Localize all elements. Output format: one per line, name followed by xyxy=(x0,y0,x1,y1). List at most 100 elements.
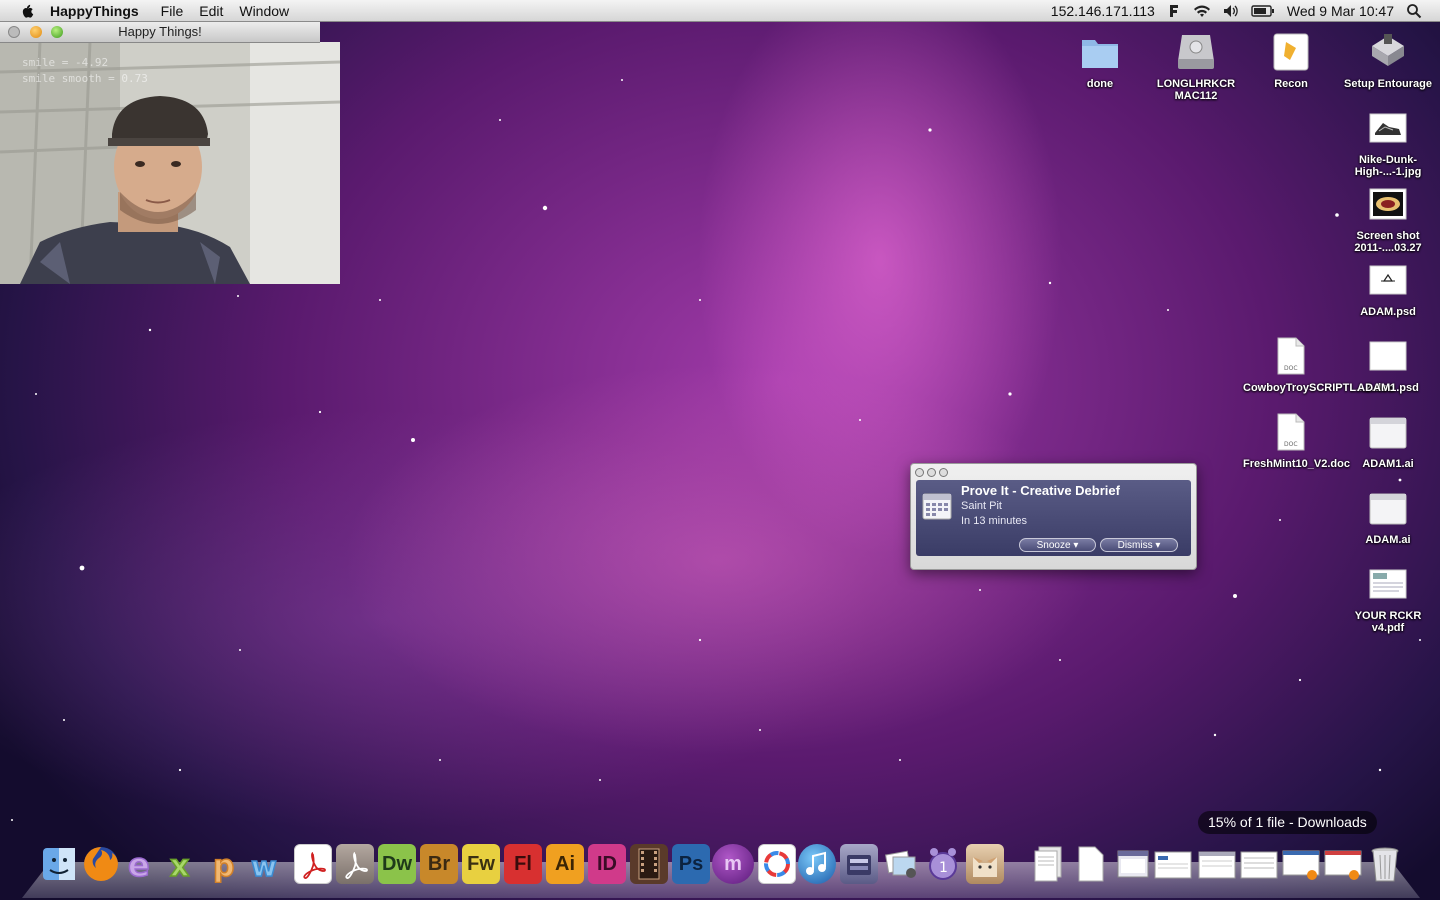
svg-text:1: 1 xyxy=(939,860,948,876)
spotlight-search-icon[interactable] xyxy=(1406,3,1422,19)
ai-label: Ai xyxy=(555,852,575,875)
desktop-icon-done[interactable]: done xyxy=(1052,30,1148,90)
desktop-icon-screen-shot[interactable]: Screen shot 2011-....03.27 xyxy=(1340,182,1436,254)
calendar-icon xyxy=(922,493,952,520)
dock-window-thumb-3[interactable] xyxy=(1198,844,1236,884)
svg-text:DOC: DOC xyxy=(1284,365,1298,372)
dock-flash[interactable]: Fl xyxy=(504,844,542,884)
dock-pdf-doc[interactable] xyxy=(1030,844,1068,884)
dock-illustrator[interactable]: Ai xyxy=(546,844,584,884)
dock-firefox[interactable] xyxy=(82,844,120,884)
dock-itunes[interactable] xyxy=(798,844,836,884)
script-menu-icon[interactable] xyxy=(1167,3,1181,19)
minimize-button[interactable] xyxy=(30,26,42,38)
music-note-icon xyxy=(806,851,826,875)
desktop-icon-your-rckr-pdf[interactable]: YOUR RCKR v4.pdf xyxy=(1340,562,1436,634)
happy-things-window[interactable]: smile = -4.92 smile smooth = 0.73 Happy … xyxy=(0,22,340,284)
firefox-window-thumbnail-icon xyxy=(1282,850,1320,880)
volume-icon[interactable] xyxy=(1223,4,1239,18)
desktop-icon-adam1-psd[interactable]: ADAM1.psd xyxy=(1340,334,1436,394)
zoom-icon[interactable] xyxy=(939,468,948,477)
dock-m-app[interactable]: m xyxy=(712,844,754,884)
dock-photoshop[interactable]: Ps xyxy=(672,844,710,884)
desktop-icon-freshmint-doc[interactable]: DOC FreshMint10_V2.doc xyxy=(1243,410,1350,470)
svg-text:e: e xyxy=(128,846,150,883)
dock-acrobat-reader[interactable] xyxy=(294,844,332,884)
apple-menu-icon[interactable] xyxy=(18,2,36,20)
desktop-icon-adam-psd[interactable]: ADAM.psd xyxy=(1340,258,1436,318)
dock-video-app[interactable] xyxy=(630,844,668,884)
menu-window[interactable]: Window xyxy=(239,3,289,19)
pdf-file-icon xyxy=(1369,569,1407,599)
dock-my-day[interactable] xyxy=(840,844,878,884)
svg-text:p: p xyxy=(213,849,234,883)
ai-file-icon xyxy=(1369,417,1407,449)
dock-indesign[interactable]: ID xyxy=(588,844,626,884)
close-button[interactable] xyxy=(8,26,20,38)
desktop-icon-adam1-ai[interactable]: ADAM1.ai xyxy=(1340,410,1436,470)
fl-label: Fl xyxy=(514,852,532,875)
bubble-letter-p-icon: p xyxy=(212,848,235,883)
menu-edit[interactable]: Edit xyxy=(199,3,223,19)
alarm-clock-icon: 1 xyxy=(929,848,957,880)
happy-window-titlebar[interactable]: Happy Things! xyxy=(0,22,320,43)
dock-window-thumb-6[interactable] xyxy=(1324,844,1362,884)
dock-app-p[interactable]: p xyxy=(208,844,246,884)
dock-window-thumb-1[interactable] xyxy=(1114,844,1152,884)
image-icon xyxy=(1369,113,1407,143)
event-title: Prove It - Creative Debrief xyxy=(961,483,1120,498)
dock-finder[interactable] xyxy=(40,844,78,884)
desktop-icon-nike-jpg[interactable]: Nike-Dunk-High-...-1.jpg xyxy=(1340,106,1436,178)
dock-picasa[interactable] xyxy=(758,844,796,884)
app-name-menu[interactable]: HappyThings xyxy=(50,3,139,19)
cat-icon xyxy=(973,857,997,877)
minimize-icon[interactable] xyxy=(927,468,936,477)
wifi-icon[interactable] xyxy=(1193,4,1211,18)
notification-body: Prove It - Creative Debrief Saint Pit In… xyxy=(916,480,1191,556)
bubble-letter-x-icon: x xyxy=(169,848,190,883)
dock-trash[interactable] xyxy=(1366,844,1404,884)
snooze-button[interactable]: Snooze ▾ xyxy=(1019,538,1096,552)
svg-text:DOC: DOC xyxy=(1284,441,1298,448)
doc-file-icon: DOC xyxy=(1277,413,1305,451)
dock-iphoto[interactable] xyxy=(882,844,920,884)
dock-app-x[interactable]: x xyxy=(166,844,204,884)
battery-icon[interactable] xyxy=(1251,4,1275,17)
dock-cat-app[interactable] xyxy=(966,844,1004,884)
doc-file-icon: DOC xyxy=(1277,337,1305,375)
dock-blank-doc[interactable] xyxy=(1072,844,1110,884)
film-strip-icon xyxy=(638,848,660,880)
zoom-button[interactable] xyxy=(51,26,63,38)
dock-bridge[interactable]: Br xyxy=(420,844,458,884)
dock-dreamweaver[interactable]: Dw xyxy=(378,844,416,884)
trash-icon xyxy=(1371,847,1399,882)
menubar-clock[interactable]: Wed 9 Mar 10:47 xyxy=(1287,3,1394,19)
close-icon[interactable] xyxy=(915,468,924,477)
desktop-icon-hard-drive[interactable]: LONGLHRKCR MAC112 xyxy=(1148,30,1244,102)
firefox-window-thumbnail-icon xyxy=(1324,850,1362,880)
desktop-icon-adam-ai[interactable]: ADAM.ai xyxy=(1340,486,1436,546)
dock-window-thumb-2[interactable] xyxy=(1154,844,1192,884)
event-location: Saint Pit xyxy=(961,500,1002,512)
image-icon xyxy=(1369,265,1407,295)
menu-file[interactable]: File xyxy=(161,3,184,19)
smile-score-text: smile = -4.92 xyxy=(22,56,109,69)
dock-alarm-clock[interactable]: 1 xyxy=(924,844,962,884)
dock-fireworks[interactable]: Fw xyxy=(462,844,500,884)
window-thumbnail-icon xyxy=(1117,850,1149,878)
ip-address[interactable]: 152.146.171.113 xyxy=(1051,3,1155,19)
ical-alarm-notification[interactable]: Prove It - Creative Debrief Saint Pit In… xyxy=(910,463,1197,570)
dock-app-e[interactable]: e xyxy=(124,844,162,884)
dock-app-w[interactable]: w xyxy=(250,844,288,884)
dock-window-thumb-4[interactable] xyxy=(1240,844,1278,884)
desktop-icon-setup-entourage[interactable]: Setup Entourage xyxy=(1340,30,1436,90)
dock-window-thumb-5[interactable] xyxy=(1282,844,1320,884)
desktop-icon-recon[interactable]: Recon xyxy=(1243,30,1339,90)
dock-acrobat-pro[interactable] xyxy=(336,844,374,884)
desktop-icon-cowboy-doc[interactable]: DOC CowboyTroySCRIPTL...2.doc xyxy=(1243,334,1394,394)
acrobat-pro-icon xyxy=(345,852,368,879)
id-label: ID xyxy=(597,852,617,875)
dismiss-button[interactable]: Dismiss ▾ xyxy=(1100,538,1178,552)
notification-window-controls xyxy=(915,468,948,477)
event-time: In 13 minutes xyxy=(961,515,1028,527)
